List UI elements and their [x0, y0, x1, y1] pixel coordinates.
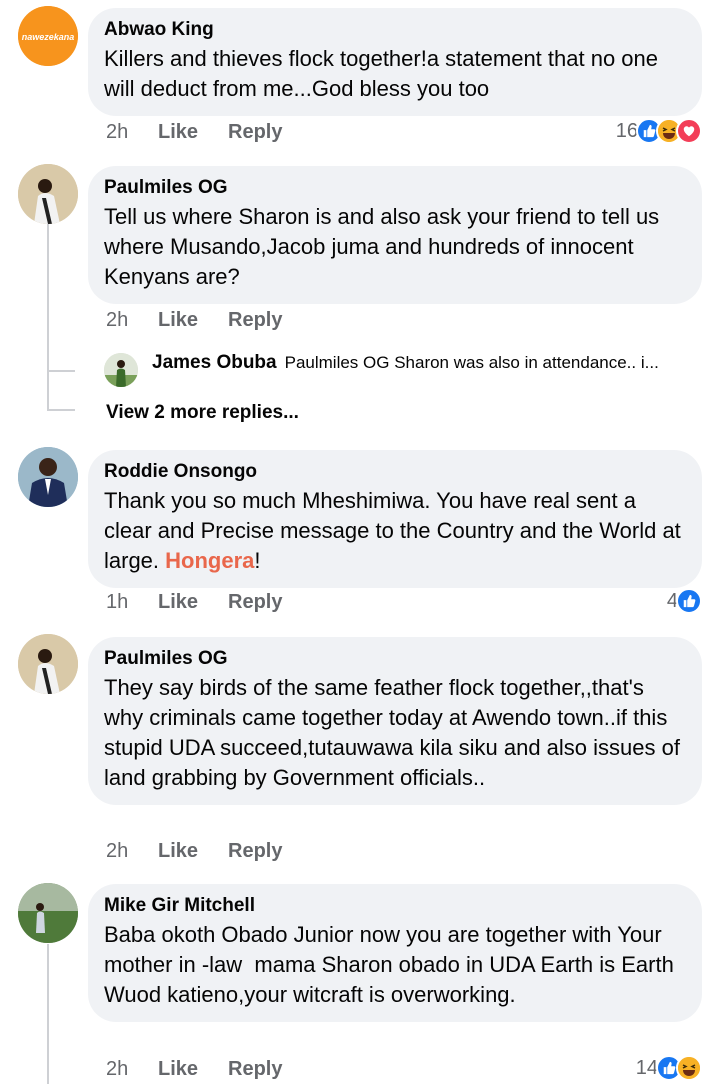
- comment-time[interactable]: 1h: [106, 591, 158, 614]
- reaction-summary[interactable]: 16: [616, 118, 702, 144]
- avatar[interactable]: [18, 883, 78, 943]
- person-photo-icon: [18, 164, 78, 224]
- like-button[interactable]: Like: [158, 591, 228, 614]
- reaction-count: 14: [635, 1056, 658, 1079]
- reaction-summary[interactable]: 14: [636, 1055, 702, 1081]
- person-photo-icon: [18, 447, 78, 507]
- reply-button[interactable]: Reply: [228, 121, 308, 144]
- avatar[interactable]: nawezekana: [18, 6, 78, 66]
- reply-preview[interactable]: James Obuba Paulmiles OG Sharon was also…: [104, 352, 704, 374]
- avatar[interactable]: [18, 164, 78, 224]
- comment-bubble: Paulmiles OG Tell us where Sharon is and…: [88, 166, 702, 304]
- nawezekana-logo-icon: nawezekana: [18, 6, 78, 66]
- love-icon: [676, 118, 702, 144]
- comment-text: They say birds of the same feather flock…: [104, 675, 687, 790]
- comment-author[interactable]: Paulmiles OG: [104, 647, 686, 671]
- comment-text: Thank you so much Mheshimiwa. You have r…: [104, 486, 686, 576]
- like-button[interactable]: Like: [158, 1058, 228, 1081]
- avatar[interactable]: [18, 634, 78, 694]
- comment-actions: 2h Like Reply: [106, 121, 308, 144]
- comment-author[interactable]: Mike Gir Mitchell: [104, 894, 686, 918]
- thread-branch: [47, 370, 75, 372]
- comment-text: Killers and thieves flock together!a sta…: [104, 46, 665, 101]
- reaction-count: 16: [615, 119, 638, 142]
- svg-text:nawezekana: nawezekana: [22, 32, 75, 42]
- haha-icon: [676, 1055, 702, 1081]
- like-button[interactable]: Like: [158, 840, 228, 863]
- comment-text-end: !: [254, 548, 261, 573]
- comment-author[interactable]: Roddie Onsongo: [104, 460, 686, 484]
- avatar[interactable]: [18, 447, 78, 507]
- comment-time[interactable]: 2h: [106, 840, 158, 863]
- reply-button[interactable]: Reply: [228, 591, 308, 614]
- reply-button[interactable]: Reply: [228, 840, 308, 863]
- thread-branch: [47, 409, 75, 411]
- comment-author[interactable]: Paulmiles OG: [104, 176, 686, 200]
- comment-actions: 1h Like Reply: [106, 591, 308, 614]
- comment-actions: 2h Like Reply: [106, 1058, 308, 1081]
- reply-author[interactable]: James Obuba: [152, 352, 277, 374]
- highlighted-word[interactable]: Hongera: [165, 548, 254, 573]
- thread-line: [47, 944, 49, 1084]
- person-photo-icon: [18, 634, 78, 694]
- comment-author[interactable]: Abwao King: [104, 18, 686, 42]
- comment-bubble: Mike Gir Mitchell Baba okoth Obado Junio…: [88, 884, 702, 1022]
- comment-time[interactable]: 2h: [106, 1058, 158, 1081]
- like-icon: [676, 588, 702, 614]
- comment-bubble: Paulmiles OG They say birds of the same …: [88, 637, 702, 805]
- like-button[interactable]: Like: [158, 309, 228, 332]
- comment-bubble: Roddie Onsongo Thank you so much Mheshim…: [88, 450, 702, 588]
- comment-actions: 2h Like Reply: [106, 840, 308, 863]
- view-more-replies-link[interactable]: View 2 more replies...: [106, 402, 299, 424]
- reply-snippet: Paulmiles OG Sharon was also in attendan…: [284, 353, 659, 372]
- comment-time[interactable]: 2h: [106, 121, 158, 144]
- person-photo-icon: [18, 883, 78, 943]
- comment-text: Baba okoth Obado Junior now you are toge…: [104, 922, 680, 1007]
- comment-actions: 2h Like Reply: [106, 309, 308, 332]
- comment-time[interactable]: 2h: [106, 309, 158, 332]
- comment-text: Tell us where Sharon is and also ask you…: [104, 204, 666, 289]
- like-button[interactable]: Like: [158, 121, 228, 144]
- reply-button[interactable]: Reply: [228, 1058, 308, 1081]
- comment-bubble: Abwao King Killers and thieves flock tog…: [88, 8, 702, 116]
- thread-line: [47, 224, 49, 410]
- reaction-summary[interactable]: 4: [667, 588, 702, 614]
- reply-button[interactable]: Reply: [228, 309, 308, 332]
